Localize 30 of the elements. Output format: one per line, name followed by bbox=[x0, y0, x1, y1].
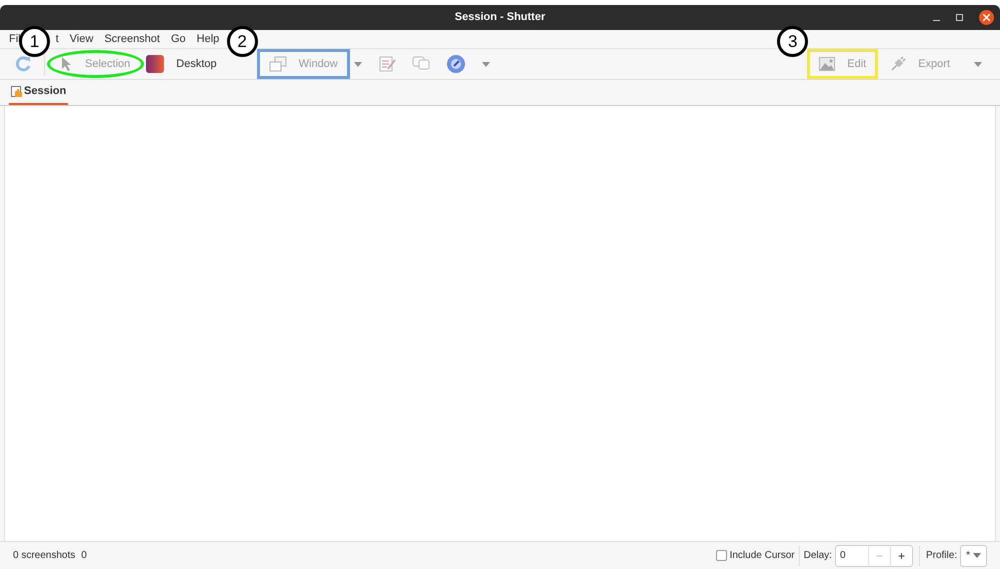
screenshot-count: 0 screenshots bbox=[13, 549, 76, 563]
windows-icon bbox=[268, 56, 287, 72]
plug-icon bbox=[890, 56, 906, 72]
globe-icon bbox=[446, 54, 466, 74]
menu-item[interactable]: t bbox=[56, 30, 59, 48]
menu-item[interactable]: Screenshot bbox=[104, 30, 160, 48]
toolbar-button[interactable]: Desktop bbox=[138, 49, 225, 79]
caret-icon[interactable] bbox=[973, 553, 981, 558]
menu-item[interactable]: Help bbox=[196, 30, 220, 48]
callout-number: 1 bbox=[19, 26, 50, 57]
window-title: Session - Shutter bbox=[454, 10, 546, 26]
profile-label: Profile: bbox=[926, 549, 958, 563]
close-icon bbox=[983, 14, 990, 21]
menu-item[interactable]: View bbox=[70, 30, 94, 48]
document-pencil-icon bbox=[378, 55, 396, 73]
cursor-icon bbox=[61, 56, 73, 72]
close-button[interactable] bbox=[979, 10, 994, 25]
increment-button[interactable]: + bbox=[890, 546, 912, 564]
maximize-icon[interactable] bbox=[956, 14, 963, 21]
count-number: 0 bbox=[81, 549, 87, 563]
app-icon bbox=[146, 55, 164, 73]
delay-label: Delay: bbox=[804, 549, 832, 563]
include-cursor-checkbox[interactable]: Include Cursor bbox=[716, 548, 795, 563]
image-icon bbox=[819, 57, 836, 71]
hand-icon bbox=[11, 86, 23, 98]
profile-dropdown[interactable]: * bbox=[960, 544, 987, 566]
callout-number: 3 bbox=[777, 26, 808, 57]
menu-item[interactable]: Go bbox=[170, 30, 186, 48]
delay-field[interactable]: 0 bbox=[836, 548, 868, 563]
callout-number: 2 bbox=[226, 26, 258, 57]
